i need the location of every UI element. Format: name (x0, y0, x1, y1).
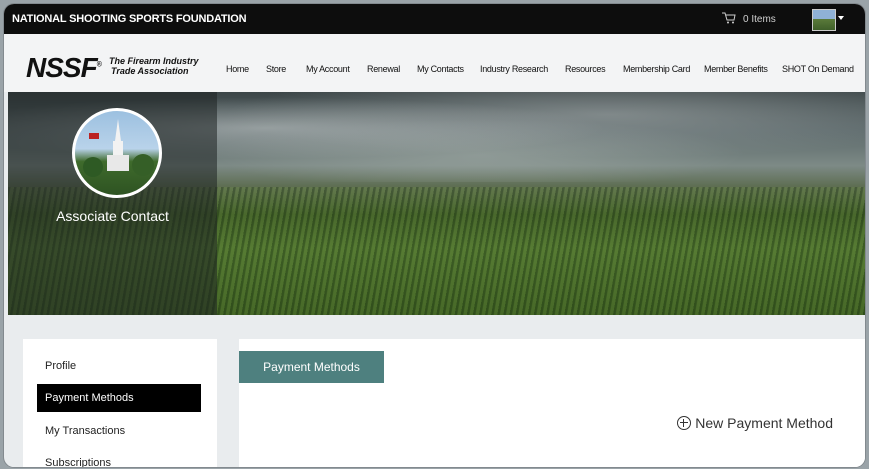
nav-industry-research[interactable]: Industry Research (480, 64, 548, 74)
add-circle-icon (677, 416, 692, 430)
tab-payment-methods[interactable]: Payment Methods (239, 351, 384, 383)
account-sidebar: Profile Payment Methods My Transactions … (23, 339, 217, 467)
account-section: Profile Payment Methods My Transactions … (8, 315, 865, 467)
nav-membership-card[interactable]: Membership Card (623, 64, 690, 74)
profile-name: Associate Contact (56, 208, 169, 224)
cart-count[interactable]: 0 Items (743, 14, 776, 25)
logo-tagline: The Firearm Industry Trade Association (109, 56, 199, 76)
org-name: NATIONAL SHOOTING SPORTS FOUNDATION (12, 13, 247, 25)
nav-renewal[interactable]: Renewal (367, 64, 400, 74)
user-avatar[interactable] (812, 9, 836, 31)
browser-window: NATIONAL SHOOTING SPORTS FOUNDATION 0 It… (4, 4, 865, 467)
new-payment-method-label: New Payment Method (695, 415, 833, 431)
nav-member-benefits[interactable]: Member Benefits (704, 64, 768, 74)
new-payment-method-button[interactable]: New Payment Method (677, 415, 833, 431)
sidebar-item-my-transactions[interactable]: My Transactions (37, 417, 201, 445)
nav-my-contacts[interactable]: My Contacts (417, 64, 464, 74)
nav-shot-on-demand[interactable]: SHOT On Demand (782, 64, 854, 74)
chevron-down-icon[interactable] (838, 16, 844, 20)
payment-methods-panel: Payment Methods New Payment Method (239, 339, 865, 467)
profile-panel: Associate Contact (8, 92, 217, 315)
main-navbar: NSSF® The Firearm Industry Trade Associa… (4, 34, 865, 92)
nav-resources[interactable]: Resources (565, 64, 606, 74)
nav-home[interactable]: Home (226, 64, 249, 74)
sidebar-item-profile[interactable]: Profile (37, 352, 201, 380)
nssf-logo[interactable]: NSSF® (26, 52, 102, 84)
profile-photo (72, 108, 162, 198)
cart-icon[interactable] (722, 12, 736, 24)
sidebar-item-subscriptions[interactable]: Subscriptions (37, 449, 201, 467)
nav-store[interactable]: Store (266, 64, 286, 74)
sidebar-item-payment-methods[interactable]: Payment Methods (37, 384, 201, 412)
top-bar: NATIONAL SHOOTING SPORTS FOUNDATION 0 It… (4, 4, 865, 34)
nav-my-account[interactable]: My Account (306, 64, 350, 74)
